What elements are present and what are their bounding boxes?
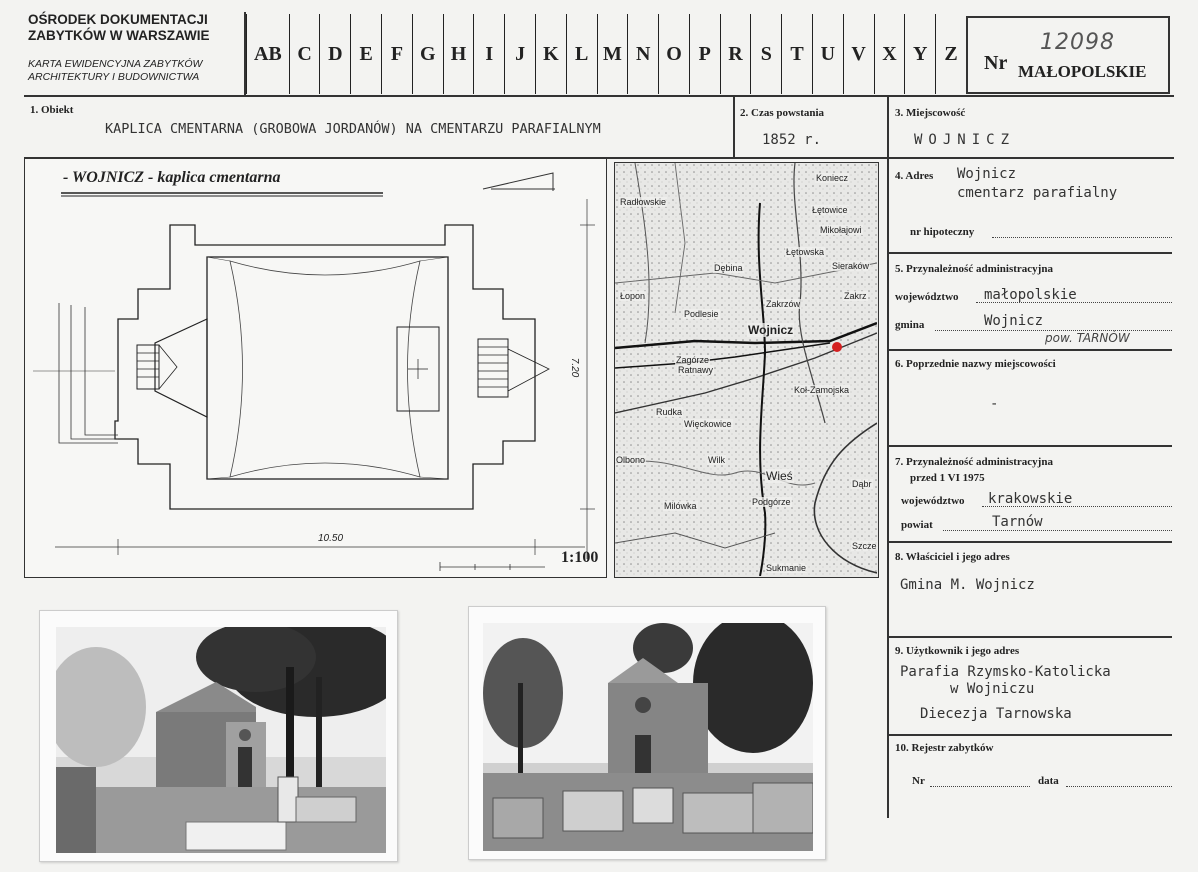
letter-cell: G <box>411 14 443 94</box>
uzytkownik-line1: Parafia Rzymsko-Katolicka <box>900 664 1111 680</box>
admin-label: 5. Przynależność administracyjna <box>895 263 1053 275</box>
card-type: KARTA EWIDENCYJNA ZABYTKÓW ARCHITEKTURY … <box>28 58 203 83</box>
rejestr-data-label: data <box>1038 775 1059 787</box>
plan-scale: 1:100 <box>561 549 599 566</box>
plan-dim-width: 10.50 <box>318 533 344 544</box>
uzytkownik-line3: Diecezja Tarnowska <box>920 706 1072 722</box>
photo-2 <box>468 606 826 860</box>
poprzednie-value: - <box>990 396 999 412</box>
woj-value: małopolskie <box>984 287 1077 303</box>
chapel-photo-2 <box>483 623 813 851</box>
institution-name: OŚRODEK DOKUMENTACJI ZABYTKÓW W WARSZAWI… <box>28 12 210 43</box>
plan-dim-height: 7.20 <box>569 357 581 378</box>
letter-cell: F <box>381 14 412 94</box>
map-place-label: Mikołajowi <box>819 225 863 235</box>
map-place-label: Łętowice <box>811 205 849 215</box>
map-place-label: Wieś <box>765 469 794 483</box>
czas-label: 2. Czas powstania <box>740 107 825 119</box>
letter-cell: Y <box>904 14 935 94</box>
map-place-label: Ratnawy <box>677 365 715 375</box>
letter-cell: C <box>288 14 320 94</box>
map-place-label: Zakrzów <box>765 299 802 309</box>
nr-label: Nr <box>984 52 1008 74</box>
floor-plan: - WOJNICZ - kaplica cmentarna 10.50 7.20… <box>24 158 607 578</box>
adres-line2: cmentarz parafialny <box>957 185 1118 201</box>
woj-before-value: krakowskie <box>988 491 1073 507</box>
map-place-label: Wojnicz <box>747 323 795 337</box>
letter-cell: S <box>750 14 781 94</box>
map-place-label: Milówka <box>663 501 698 511</box>
adres-label: 4. Adres <box>895 170 934 182</box>
uzytkownik-line2: w Wojniczu <box>950 681 1035 697</box>
wlasciciel-value: Gmina M. Wojnicz <box>900 577 1035 593</box>
letter-cell: E <box>350 14 381 94</box>
miejscowosc-value: WOJNICZ <box>914 132 1016 148</box>
map-place-label: Sieraków <box>831 261 871 271</box>
map-place-label: Dąbr <box>851 479 873 489</box>
rejestr-label: 10. Rejestr zabytków <box>895 742 994 754</box>
letter-cell: N <box>627 14 658 94</box>
powiat-label: powiat <box>901 519 933 531</box>
map-place-label: Radłowskie <box>619 197 668 207</box>
map-place-label: Zagórze <box>675 355 711 365</box>
map-place-label: Wilk <box>707 455 726 465</box>
letter-cell: O <box>658 14 689 94</box>
map-place-label: Dębina <box>713 263 744 273</box>
map-place-label: Rudka <box>655 407 684 417</box>
woj-before-label: województwo <box>901 495 965 507</box>
map-place-label: Sukmanie <box>765 563 808 573</box>
region-name: MAŁOPOLSKIE <box>1018 62 1147 81</box>
letter-cell: T <box>781 14 812 94</box>
map-place-label: Zakrz <box>843 291 868 301</box>
wlasciciel-label: 8. Właściciel i jego adres <box>895 551 1010 563</box>
classification-letters: AB C D E F G H I J K L M N O P R S T U V X Y Z <box>246 14 966 94</box>
photo-1 <box>39 610 398 862</box>
powiat-value: Tarnów <box>992 514 1043 530</box>
letter-cell: AB <box>246 14 289 94</box>
letter-cell: M <box>596 14 628 94</box>
letter-cell: R <box>719 14 751 94</box>
registration-number: 12098 <box>1040 30 1115 55</box>
map-place-label: Olbono <box>615 455 647 465</box>
plan-title: - WOJNICZ - kaplica cmentarna <box>63 169 281 186</box>
adres-line1: Wojnicz <box>957 166 1017 182</box>
map-place-labels: Koniecz Łętowice Radłowskie Mikołajowi Łętow… <box>615 163 878 576</box>
admin-before-label: 7. Przynależność administracyjna <box>895 456 1053 468</box>
map-place-label: Koł-Zamojska <box>793 385 851 395</box>
location-map: Koniecz Łętowice Radłowskie Mikołajowi Łętow… <box>614 162 879 578</box>
miejscowosc-label: 3. Miejscowość <box>895 107 966 119</box>
map-place-label: Łopon <box>619 291 647 301</box>
gmina-value: Wojnicz <box>984 313 1044 329</box>
letter-cell: I <box>473 14 504 94</box>
obiekt-label: 1. Obiekt <box>30 104 74 116</box>
letter-cell: P <box>688 14 720 94</box>
letter-cell: X <box>873 14 905 94</box>
gmina-label: gmina <box>895 319 925 331</box>
letter-cell: J <box>504 14 535 94</box>
map-place-label: Podlesie <box>683 309 720 319</box>
letter-cell: H <box>442 14 474 94</box>
hipoteczny-label: nr hipoteczny <box>910 226 975 238</box>
poprzednie-label: 6. Poprzednie nazwy miejscowości <box>895 358 1056 370</box>
letter-cell: D <box>319 14 350 94</box>
map-place-label: Podgórze <box>751 497 792 507</box>
uzytkownik-label: 9. Użytkownik i jego adres <box>895 645 1020 657</box>
powiat-note: pow. TARNÓW <box>1045 331 1130 345</box>
obiekt-value: KAPLICA CMENTARNA (GROBOWA JORDANÓW) NA … <box>105 121 601 137</box>
czas-value: 1852 r. <box>762 132 822 148</box>
map-place-label: Łętowska <box>785 247 826 257</box>
chapel-photo-1 <box>56 627 386 853</box>
rejestr-nr-label: Nr <box>912 775 925 787</box>
admin-before-sub: przed 1 VI 1975 <box>910 472 985 484</box>
letter-cell: L <box>565 14 597 94</box>
letter-cell: V <box>842 14 874 94</box>
map-place-label: Więckowice <box>683 419 733 429</box>
map-place-label: Szcze <box>851 541 878 551</box>
woj-label: województwo <box>895 291 959 303</box>
letter-cell: U <box>811 14 843 94</box>
letter-cell: K <box>534 14 566 94</box>
map-place-label: Koniecz <box>815 173 850 183</box>
letter-cell: Z <box>935 14 966 94</box>
